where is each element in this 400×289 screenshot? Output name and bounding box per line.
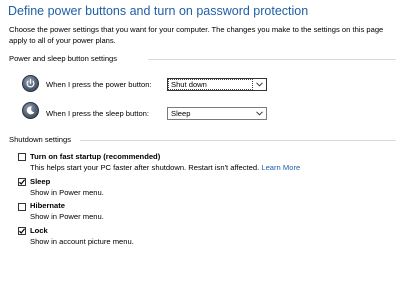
- page-title: Define power buttons and turn on passwor…: [8, 4, 309, 18]
- lock-checkbox[interactable]: [18, 227, 26, 235]
- sleep-button-label: When I press the sleep button:: [46, 109, 149, 118]
- hibernate-title: Hibernate: [30, 201, 66, 210]
- hibernate-description: Show in Power menu.: [30, 212, 104, 221]
- shutdown-group-header: Shutdown settings: [9, 135, 72, 144]
- power-group-header: Power and sleep button settings: [9, 54, 118, 63]
- lock-title: Lock: [30, 226, 48, 235]
- fast-startup-description: This helps start your PC faster after sh…: [30, 163, 300, 173]
- sleep-button-icon: [22, 102, 39, 119]
- fast-startup-checkbox[interactable]: [18, 153, 26, 161]
- checkmark-icon: [19, 228, 26, 234]
- power-group-rule: [148, 59, 396, 60]
- power-button-label: When I press the power button:: [46, 80, 152, 89]
- sleep-title: Sleep: [30, 177, 51, 186]
- learn-more-link[interactable]: Learn More: [261, 163, 300, 172]
- shutdown-group-rule: [80, 140, 396, 141]
- hibernate-checkbox[interactable]: [18, 203, 26, 211]
- lock-description: Show in account picture menu.: [30, 237, 134, 246]
- sleep-description: Show in Power menu.: [30, 188, 104, 197]
- checkmark-icon: [19, 179, 26, 185]
- fast-startup-desc-text: This helps start your PC faster after sh…: [30, 163, 260, 172]
- chevron-down-icon: [256, 82, 263, 87]
- sleep-button-dropdown[interactable]: Sleep: [167, 107, 267, 120]
- power-button-dropdown[interactable]: Shut down: [167, 78, 267, 91]
- power-button-dropdown-value: Shut down: [171, 80, 207, 89]
- sleep-button-dropdown-value: Sleep: [171, 109, 191, 118]
- sleep-checkbox[interactable]: [18, 178, 26, 186]
- fast-startup-title: Turn on fast startup (recommended): [30, 152, 161, 161]
- chevron-down-icon: [256, 111, 263, 116]
- intro-text: Choose the power settings that you want …: [9, 25, 384, 45]
- power-button-icon: [22, 75, 39, 92]
